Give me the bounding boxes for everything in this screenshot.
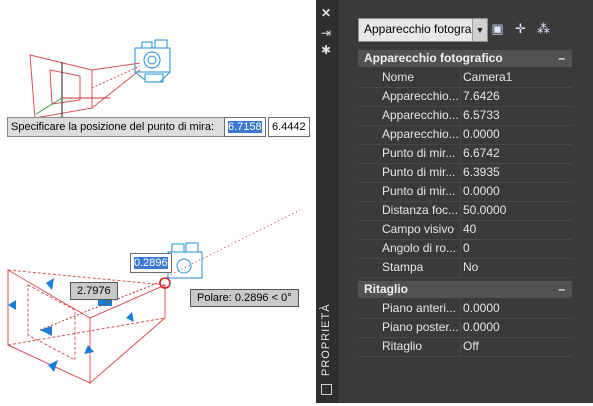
property-value[interactable]: Camera1	[463, 68, 512, 87]
palette-content: Apparecchio fotogra... ▼ ▣ ✛ ⁂ Apparecch…	[338, 0, 593, 403]
property-row[interactable]: Apparecchio... 6.5733	[358, 106, 572, 126]
property-row[interactable]: Punto di mir... 0.0000	[358, 182, 572, 202]
palette-title: PROPRIETÀ	[320, 303, 332, 376]
toggle-pickadd-icon[interactable]: ▣	[489, 20, 506, 37]
section-camera-title: Apparecchio fotografico	[364, 51, 503, 65]
property-row[interactable]: Apparecchio... 0.0000	[358, 125, 572, 145]
property-value[interactable]: 0.0000	[463, 318, 500, 337]
property-name: Punto di mir...	[382, 184, 456, 198]
object-type-value: Apparecchio fotogra...	[364, 22, 482, 36]
property-value[interactable]: No	[463, 258, 478, 277]
polar-tooltip: Polare: 0.2896 < 0°	[190, 289, 299, 307]
dynamic-input-distance[interactable]: 0.2896	[130, 253, 172, 273]
object-type-dropdown[interactable]: Apparecchio fotogra... ▼	[358, 18, 488, 42]
property-name: Distanza foc...	[382, 203, 459, 217]
property-value[interactable]: 40	[463, 220, 476, 239]
palette-side-strip: ✕ ⇥ ✱ PROPRIETÀ	[316, 0, 338, 403]
property-name: Piano anteri...	[382, 301, 457, 315]
property-row[interactable]: Piano poster... 0.0000	[358, 318, 572, 338]
auto-hide-icon[interactable]: ⇥	[320, 27, 332, 39]
property-name: Apparecchio...	[382, 127, 459, 141]
collapse-icon[interactable]: –	[558, 281, 565, 298]
property-value[interactable]: Off	[463, 337, 479, 356]
property-name: Apparecchio...	[382, 89, 459, 103]
property-row[interactable]: Piano anteri... 0.0000	[358, 299, 572, 319]
dynamic-input-x[interactable]: 6.7158	[224, 117, 266, 137]
property-value[interactable]: 0.0000	[463, 299, 500, 318]
quick-select-icon[interactable]: ⁂	[535, 20, 552, 37]
property-name: Angolo di ro...	[382, 241, 457, 255]
select-objects-icon[interactable]: ✛	[512, 20, 529, 37]
property-name: Piano poster...	[382, 320, 459, 334]
property-row[interactable]: Punto di mir... 6.3935	[358, 163, 572, 183]
target-line	[159, 209, 301, 281]
properties-palette: ✕ ⇥ ✱ PROPRIETÀ Apparecchio fotogra... ▼…	[316, 0, 593, 403]
section-clipping[interactable]: Ritaglio –	[358, 281, 572, 298]
property-row[interactable]: Nome Camera1	[358, 68, 572, 88]
chevron-down-icon[interactable]: ▼	[472, 19, 487, 41]
property-name: Ritaglio	[382, 339, 423, 353]
settings-icon[interactable]: ✱	[320, 44, 332, 56]
camera-glyph-bottom	[167, 242, 203, 279]
property-value[interactable]: 6.5733	[463, 106, 500, 125]
dynamic-input-y[interactable]: 6.4442	[268, 117, 310, 137]
property-name: Campo visivo	[382, 222, 455, 236]
camera-glyph-top	[134, 39, 171, 83]
property-name: Apparecchio...	[382, 108, 459, 122]
property-name: Punto di mir...	[382, 165, 456, 179]
property-row[interactable]: Angolo di ro... 0	[358, 239, 572, 259]
dynamic-input-x-value: 6.7158	[228, 121, 262, 133]
property-value[interactable]: 6.6742	[463, 144, 500, 163]
property-value[interactable]: 0.0000	[463, 182, 500, 201]
palette-menu-icon[interactable]	[321, 384, 332, 395]
property-value[interactable]: 50.0000	[463, 201, 506, 220]
property-name: Stampa	[382, 260, 424, 274]
section-camera[interactable]: Apparecchio fotografico –	[358, 50, 572, 67]
property-value[interactable]: 0.0000	[463, 125, 500, 144]
drawing-graphics	[7, 39, 301, 385]
collapse-icon[interactable]: –	[558, 50, 565, 67]
property-row[interactable]: Punto di mir... 6.6742	[358, 144, 572, 164]
property-row[interactable]: Ritaglio Off	[358, 337, 572, 357]
command-prompt: Specificare la posizione del punto di mi…	[7, 117, 225, 137]
property-value[interactable]: 7.6426	[463, 87, 500, 106]
property-row[interactable]: Stampa No	[358, 258, 572, 278]
property-name: Punto di mir...	[382, 146, 456, 160]
dynamic-input-distance-value: 0.2896	[134, 257, 168, 269]
property-row[interactable]: Campo visivo 40	[358, 220, 572, 240]
property-value[interactable]: 0	[463, 239, 470, 258]
property-row[interactable]: Distanza foc... 50.0000	[358, 201, 572, 221]
dimension-label: 2.7976	[70, 282, 118, 300]
drawing-viewport[interactable]: Specificare la posizione del punto di mi…	[0, 0, 315, 403]
close-icon[interactable]: ✕	[320, 7, 332, 19]
property-value[interactable]: 6.3935	[463, 163, 500, 182]
property-name: Nome	[382, 70, 415, 84]
section-clipping-title: Ritaglio	[364, 282, 408, 296]
property-row[interactable]: Apparecchio... 7.6426	[358, 87, 572, 107]
camera-frustum-top	[29, 54, 141, 119]
